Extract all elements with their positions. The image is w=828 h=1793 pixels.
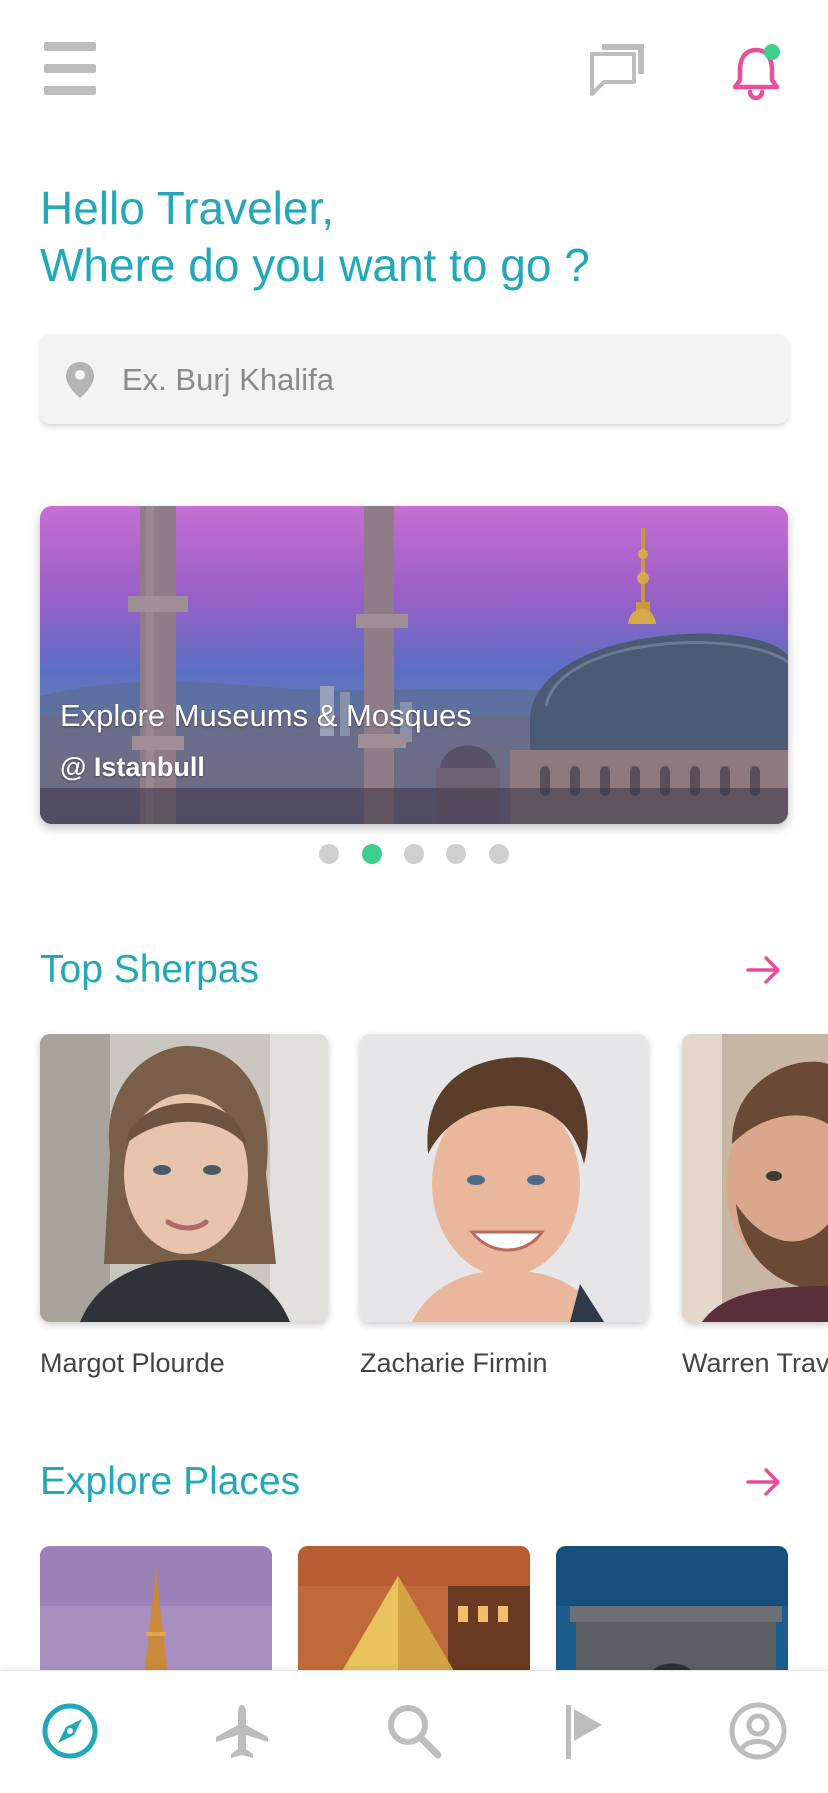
hero-banner[interactable]: Explore Museums & Mosques @ Istanbull <box>40 506 788 824</box>
sherpa-name[interactable]: Zacharie Firmin <box>360 1348 548 1379</box>
arrow-right-icon[interactable] <box>744 950 784 990</box>
menu-icon[interactable] <box>44 42 96 96</box>
carousel-dot[interactable] <box>488 844 509 864</box>
hero-title: Explore Museums & Mosques <box>60 698 472 733</box>
sherpa-avatar-image <box>682 1034 828 1322</box>
bottom-navigation <box>0 1670 828 1793</box>
carousel-dot-active[interactable] <box>361 844 382 864</box>
sherpa-photo[interactable] <box>360 1034 648 1322</box>
profile-icon[interactable] <box>728 1701 788 1761</box>
hero-subtitle: @ Istanbull <box>60 752 205 782</box>
search-icon[interactable] <box>384 1701 444 1761</box>
greeting-line-1: Hello Traveler, <box>40 182 335 234</box>
compass-icon[interactable] <box>40 1701 100 1761</box>
carousel-dot[interactable] <box>404 844 424 864</box>
flag-icon[interactable] <box>556 1701 616 1761</box>
search-box[interactable] <box>40 334 788 426</box>
top-sherpas-heading: Top Sherpas <box>40 948 259 991</box>
arrow-right-icon[interactable] <box>744 1462 784 1502</box>
sherpa-photo[interactable] <box>682 1034 828 1322</box>
greeting-heading: Hello Traveler, Where do you want to go … <box>40 180 800 294</box>
carousel-pagination <box>0 844 828 868</box>
sherpa-photo[interactable] <box>40 1034 328 1322</box>
airplane-icon[interactable] <box>212 1701 272 1761</box>
sherpa-avatar-image <box>40 1034 328 1322</box>
location-pin-icon <box>66 362 94 398</box>
carousel-dot[interactable] <box>446 844 467 864</box>
sherpa-avatar-image <box>360 1034 648 1322</box>
carousel-dot[interactable] <box>319 844 340 864</box>
explore-places-heading: Explore Places <box>40 1460 301 1503</box>
sherpa-name[interactable]: Margot Plourde <box>40 1348 225 1379</box>
sherpa-name[interactable]: Warren Trav <box>682 1348 828 1379</box>
bell-icon[interactable] <box>730 42 786 100</box>
chat-icon[interactable] <box>588 40 648 98</box>
search-input[interactable] <box>120 334 764 426</box>
greeting-line-2: Where do you want to go ? <box>40 239 590 291</box>
